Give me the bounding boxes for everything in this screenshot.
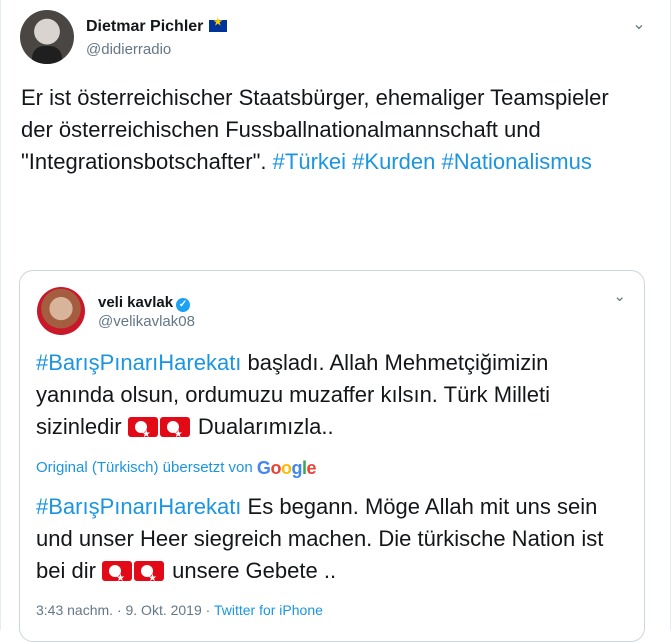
- turkey-flag-icon: [127, 417, 158, 451]
- avatar[interactable]: [20, 10, 74, 64]
- tweet-text: Er ist österreichischer Staatsbürger, eh…: [21, 82, 646, 178]
- timestamp[interactable]: 3:43 nachm. · 9. Okt. 2019 ·: [36, 602, 210, 618]
- google-logo: Google: [256, 458, 317, 478]
- user-name[interactable]: Dietmar Pichler: [86, 17, 228, 36]
- hashtag-barispinari[interactable]: #BarışPınarıHarekatı: [36, 350, 241, 375]
- quoted-user-handle[interactable]: @velikavlak08: [98, 313, 195, 330]
- quoted-tweet-text: #BarışPınarıHarekatı başladı. Allah Mehm…: [36, 347, 626, 451]
- quoted-avatar[interactable]: [37, 287, 85, 335]
- user-handle[interactable]: @didierradio: [86, 41, 171, 58]
- translation-label: Original (Türkisch) übersetzt von: [36, 459, 253, 476]
- user-name-label[interactable]: Dietmar Pichler: [86, 18, 203, 35]
- source-link[interactable]: Twitter for iPhone: [214, 602, 323, 618]
- turkey-flag-icon: [102, 561, 133, 595]
- translation-attribution: Original (Türkisch) übersetzt von Google: [36, 458, 316, 479]
- turkey-flag-icon: [159, 417, 190, 451]
- quoted-text-part-2: Dualarımızla..: [197, 414, 334, 439]
- chevron-down-icon[interactable]: ⌄: [630, 16, 648, 34]
- verified-badge-icon: ✓: [176, 298, 191, 312]
- hashtag-turkei[interactable]: #Türkei: [273, 149, 346, 174]
- translated-text-part-2: unsere Gebete ..: [172, 558, 337, 583]
- quoted-user-name[interactable]: veli kavlak ✓: [98, 294, 191, 312]
- hashtag-kurden[interactable]: #Kurden: [352, 149, 435, 174]
- turkey-flag-icon: [134, 561, 165, 595]
- translated-text: #BarışPınarıHarekatı Es begann. Möge All…: [36, 491, 626, 595]
- hashtag-barispinari-translated[interactable]: #BarışPınarıHarekatı: [36, 494, 241, 519]
- tweet-meta: 3:43 nachm. · 9. Okt. 2019 · Twitter for…: [36, 602, 323, 618]
- quoted-user-name-label[interactable]: veli kavlak: [98, 294, 173, 311]
- quoted-tweet[interactable]: veli kavlak ✓ @velikavlak08 ⌄ #BarışPınar…: [19, 270, 645, 642]
- chevron-down-icon[interactable]: ⌄: [613, 289, 626, 305]
- eu-flag-icon: [209, 17, 228, 32]
- hashtag-nationalismus[interactable]: #Nationalismus: [441, 149, 591, 174]
- tweet-card: Dietmar Pichler @didierradio ⌄ Er ist ös…: [0, 0, 671, 642]
